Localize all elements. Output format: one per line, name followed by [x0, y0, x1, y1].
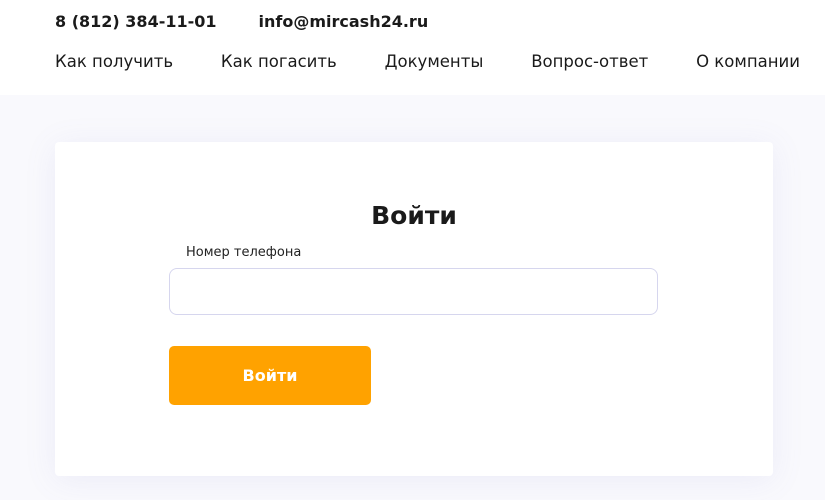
login-button[interactable]: Войти — [169, 346, 371, 405]
phone-link[interactable]: 8 (812) 384-11-01 — [55, 12, 217, 32]
site-header: 8 (812) 384-11-01 info@mircash24.ru Как … — [0, 0, 825, 95]
phone-input[interactable] — [169, 268, 658, 315]
nav-item-documents[interactable]: Документы — [385, 51, 484, 73]
header-contacts: 8 (812) 384-11-01 info@mircash24.ru — [55, 12, 428, 32]
login-card: Войти Номер телефона Войти — [55, 142, 773, 476]
phone-field-label: Номер телефона — [186, 245, 302, 260]
email-link[interactable]: info@mircash24.ru — [259, 12, 429, 32]
nav-item-about[interactable]: О компании — [696, 51, 800, 73]
nav-item-faq[interactable]: Вопрос-ответ — [531, 51, 648, 73]
login-title: Войти — [371, 201, 457, 230]
nav-item-how-to-get[interactable]: Как получить — [55, 51, 173, 73]
nav-item-how-to-repay[interactable]: Как погасить — [221, 51, 337, 73]
main-nav: Как получить Как погасить Документы Вопр… — [55, 51, 800, 73]
